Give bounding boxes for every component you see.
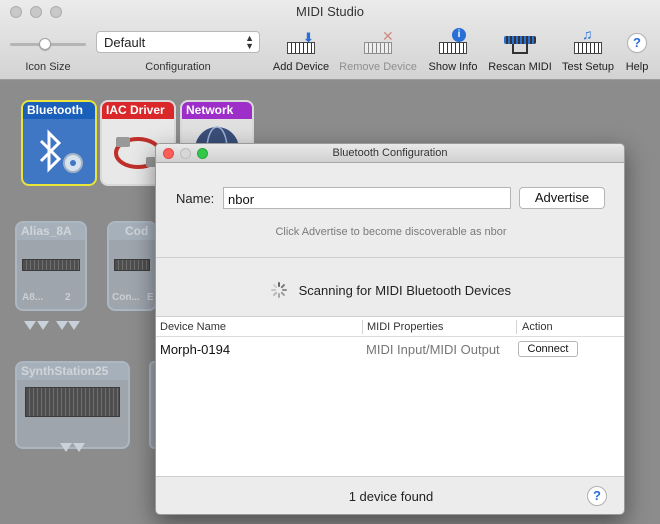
bluetooth-configuration-dialog: Bluetooth Configuration Name: Advertise … (155, 143, 625, 515)
music-note-icon: ♫ (572, 26, 604, 56)
divider (156, 257, 624, 258)
device-cod[interactable]: Cod Con... E (107, 221, 157, 311)
port-label: E (147, 292, 154, 303)
show-info-label: Show Info (428, 61, 478, 73)
test-setup-button[interactable]: ♫ Test Setup (562, 26, 614, 73)
port-triangle-icon[interactable] (68, 321, 80, 330)
scanning-status: Scanning for MIDI Bluetooth Devices (156, 282, 624, 298)
remove-device-icon: ✕ (362, 28, 394, 56)
device-hardware-icon (25, 387, 120, 417)
device-title: Network (182, 102, 252, 119)
dialog-window-controls (163, 148, 208, 159)
port-label: Con... (112, 292, 140, 303)
device-hardware-icon (22, 259, 80, 271)
device-name-cell: Morph-0194 (160, 342, 231, 357)
dialog-footer: 1 device found ? (156, 476, 624, 514)
add-device-label: Add Device (272, 61, 330, 73)
column-header-action[interactable]: Action (522, 321, 553, 333)
dialog-minimize-button[interactable] (180, 148, 191, 159)
port-triangle-icon[interactable] (60, 443, 72, 452)
help-button[interactable]: ? Help (622, 30, 652, 73)
rescan-midi-label: Rescan MIDI (488, 61, 552, 73)
dialog-help-button[interactable]: ? (587, 486, 607, 506)
column-divider[interactable] (362, 320, 363, 334)
main-toolbar: MIDI Studio Icon Size Default ▲ ▼ Configu… (0, 0, 660, 80)
device-title: Bluetooth (23, 102, 95, 119)
column-divider[interactable] (516, 320, 517, 334)
help-icon: ? (627, 33, 647, 53)
port-triangle-icon[interactable] (56, 321, 68, 330)
remove-device-button[interactable]: ✕ Remove Device (339, 28, 417, 73)
dialog-title: Bluetooth Configuration (332, 147, 448, 159)
help-label: Help (625, 61, 649, 73)
connect-button[interactable]: Connect (518, 341, 578, 357)
column-header-midi-properties[interactable]: MIDI Properties (367, 321, 443, 333)
port-label: A8... (22, 292, 44, 303)
device-hardware-icon (114, 259, 150, 271)
device-alias-8a[interactable]: Alias_8A A8... 2 (15, 221, 87, 311)
add-device-icon: ⬇ (285, 30, 317, 56)
device-table: Device Name MIDI Properties Action Morph… (156, 316, 624, 476)
port-triangle-icon[interactable] (24, 321, 36, 330)
table-header: Device Name MIDI Properties Action (156, 317, 624, 337)
info-icon: i (437, 28, 469, 56)
port-label: 2 (65, 292, 71, 303)
configuration-label: Configuration (145, 61, 211, 73)
test-setup-label: Test Setup (562, 61, 614, 73)
midi-properties-cell: MIDI Input/MIDI Output (366, 342, 500, 357)
configuration-value: Default (104, 35, 146, 50)
dialog-close-button[interactable] (163, 148, 174, 159)
slider-knob[interactable] (39, 38, 51, 50)
name-label: Name: (176, 191, 215, 206)
column-header-device-name[interactable]: Device Name (160, 321, 226, 333)
dialog-titlebar: Bluetooth Configuration (156, 144, 624, 163)
up-down-arrows-icon: ▲ ▼ (245, 33, 254, 51)
device-title: Alias_8A (17, 223, 85, 240)
dialog-zoom-button[interactable] (197, 148, 208, 159)
name-input[interactable] (223, 187, 511, 209)
device-title: Cod (109, 223, 155, 240)
advertise-button[interactable]: Advertise (519, 187, 605, 209)
rescan-icon (504, 30, 536, 56)
advertise-hint: Click Advertise to become discoverable a… (275, 226, 507, 238)
port-triangle-icon[interactable] (73, 443, 85, 452)
port-triangle-icon[interactable] (37, 321, 49, 330)
window-title: MIDI Studio (296, 4, 364, 19)
icon-size-label: Icon Size (25, 61, 71, 73)
remove-device-label: Remove Device (339, 61, 417, 73)
device-synthstation25[interactable]: SynthStation25 (15, 361, 130, 449)
icon-size-slider[interactable] (10, 37, 86, 51)
add-device-button[interactable]: ⬇ Add Device (273, 30, 329, 73)
device-title: SynthStation25 (17, 363, 128, 380)
bluetooth-gear-icon (23, 119, 95, 184)
configuration-select[interactable]: Default ▲ ▼ (96, 31, 260, 53)
rescan-midi-button[interactable]: Rescan MIDI (488, 30, 552, 73)
spinner-icon (270, 282, 287, 298)
show-info-button[interactable]: i Show Info (429, 28, 477, 73)
scanning-text: Scanning for MIDI Bluetooth Devices (298, 283, 512, 298)
device-bluetooth[interactable]: Bluetooth (21, 100, 97, 186)
device-count: 1 device found (348, 489, 434, 504)
table-row[interactable]: Morph-0194 MIDI Input/MIDI Output Connec… (156, 338, 624, 360)
device-title: IAC Driver (102, 102, 174, 119)
